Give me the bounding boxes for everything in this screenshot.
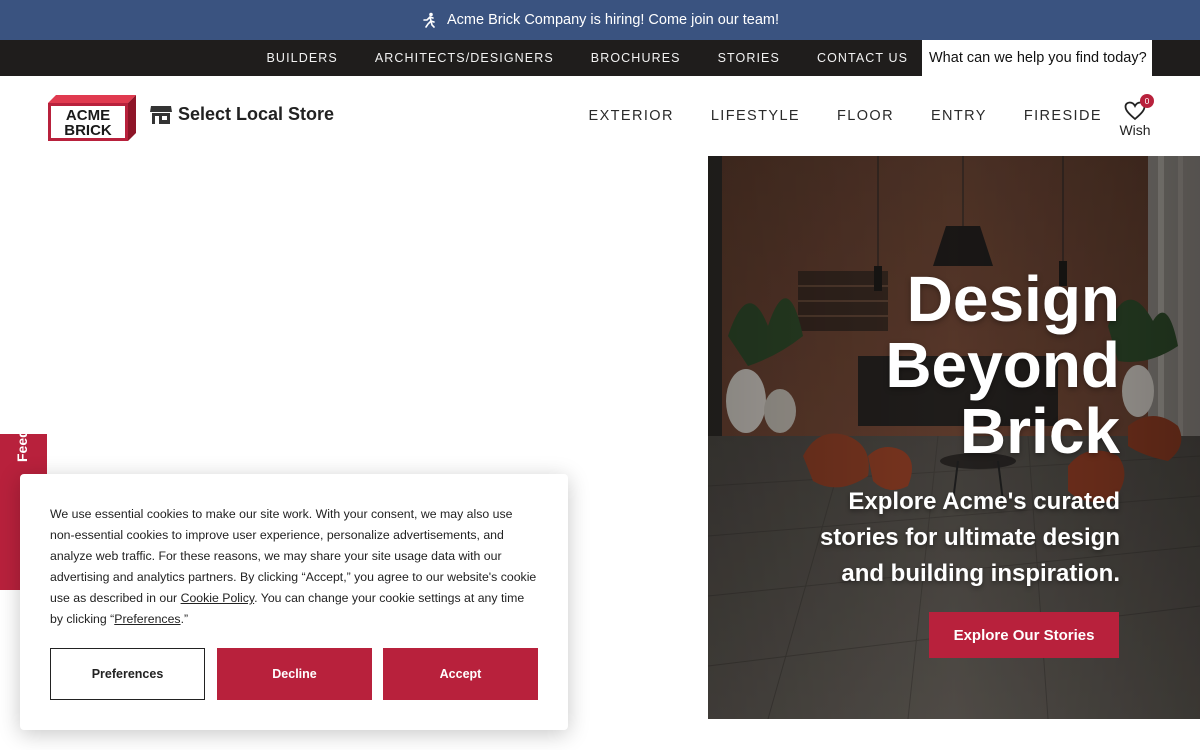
preferences-button[interactable]: Preferences [50,648,205,700]
nav-floor[interactable]: FLOOR [819,108,913,124]
select-local-store-label: Select Local Store [178,104,335,124]
cookie-text-end: .” [180,612,189,626]
main-nav: EXTERIOR LIFESTYLE FLOOR ENTRY FIRESIDE [570,76,1120,156]
search-input[interactable] [922,40,1152,76]
hero-title: Design Beyond Brick [820,266,1120,464]
wish-label: Wish [1119,122,1151,138]
wish-count-badge: 0 [1140,94,1154,108]
cookie-consent-dialog: We use essential cookies to make our sit… [20,474,568,730]
hero-subtitle-line: and building inspiration. [841,560,1120,587]
hero-subtitle-line: Explore Acme's curated [848,488,1120,515]
utility-nav: BUILDERS ARCHITECTS/DESIGNERS BROCHURES … [0,40,1200,76]
acme-brick-logo[interactable]: ACME BRICK [48,93,138,141]
cookie-consent-text: We use essential cookies to make our sit… [50,504,540,630]
logo-word-brick: BRICK [64,122,112,139]
hero-banner: Design Beyond Brick Explore Acme's curat… [708,156,1200,719]
storefront-icon [150,105,172,124]
accept-button[interactable]: Accept [383,648,538,700]
utility-link-stories[interactable]: STORIES [699,51,798,65]
utility-link-brochures[interactable]: BROCHURES [572,51,699,65]
preferences-link[interactable]: Preferences [114,612,180,626]
cookie-policy-link[interactable]: Cookie Policy [181,591,255,605]
hero-title-line: Design [906,263,1120,335]
nav-entry[interactable]: ENTRY [912,108,1005,124]
hero-title-line: Brick [959,395,1120,467]
hero-subtitle: Explore Acme's curated stories for ultim… [780,484,1120,592]
main-header: ACME BRICK Select Local Store EXTERIOR L… [0,76,1200,156]
hero-subtitle-line: stories for ultimate design [819,524,1120,551]
utility-link-contact-us[interactable]: CONTACT US [798,51,926,65]
utility-link-builders[interactable]: BUILDERS [248,51,356,65]
decline-button[interactable]: Decline [217,648,372,700]
explore-our-stories-button[interactable]: Explore Our Stories [929,612,1119,658]
select-local-store-button[interactable]: Select Local Store [150,104,334,125]
announcement-bar[interactable]: Acme Brick Company is hiring! Come join … [0,0,1200,40]
hero-title-line: Beyond [885,329,1120,401]
feedback-tab-label: Feedback [14,397,30,462]
nav-exterior[interactable]: EXTERIOR [570,108,692,124]
nav-lifestyle[interactable]: LIFESTYLE [692,108,818,124]
running-person-icon [423,12,435,28]
utility-link-architects-designers[interactable]: ARCHITECTS/DESIGNERS [356,51,572,65]
announcement-text[interactable]: Acme Brick Company is hiring! Come join … [447,12,779,28]
wish-list-button[interactable]: 0 Wish [1116,94,1154,142]
nav-fireside[interactable]: FIRESIDE [1005,108,1120,124]
